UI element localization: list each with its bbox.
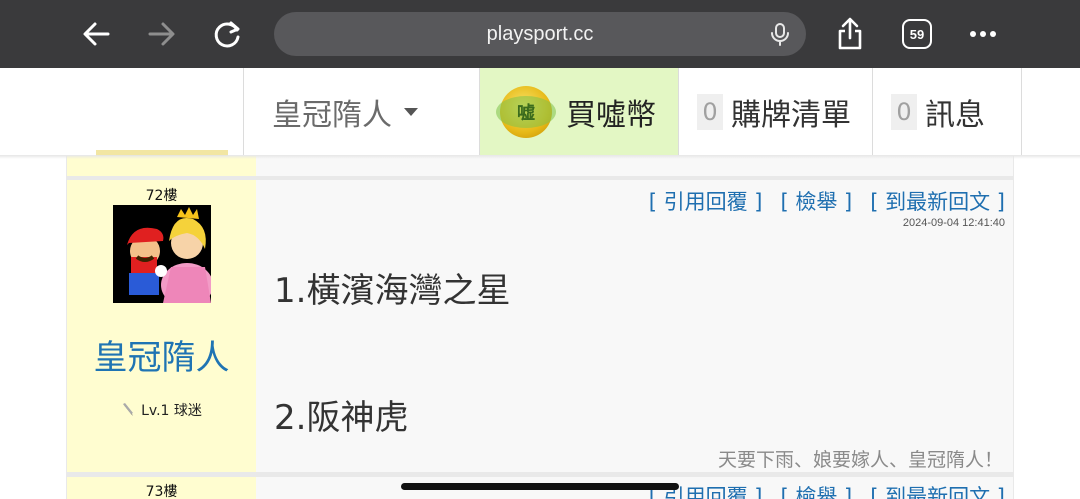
report-link[interactable]: [ 檢舉 ]	[781, 481, 853, 499]
post-actions: [ 引用回覆 ] [ 檢舉 ] [ 到最新回文 ]	[649, 481, 1005, 499]
next-post-user-panel: 73樓	[67, 477, 256, 499]
floor-number: 73樓	[145, 484, 178, 499]
user-menu[interactable]: 皇冠隋人	[243, 68, 479, 155]
coin-icon: 嘘	[496, 85, 556, 138]
previous-post-body	[256, 156, 1013, 176]
post-actions: [ 引用回覆 ] [ 檢舉 ] [ 到最新回文 ]	[649, 186, 1005, 216]
post-signature: 天要下雨、娘要嫁人、皇冠隋人！	[717, 449, 1003, 471]
go-to-latest-link[interactable]: [ 到最新回文 ]	[870, 481, 1005, 499]
browser-toolbar: playsport.cc 59	[0, 0, 1080, 68]
post-text-line: 1.橫濱海灣之星	[274, 271, 511, 311]
caret-down-icon	[404, 107, 418, 116]
microphone-icon[interactable]	[768, 22, 792, 46]
share-icon[interactable]	[830, 14, 870, 54]
report-link[interactable]: [ 檢舉 ]	[781, 186, 853, 216]
back-arrow-icon[interactable]	[76, 14, 116, 54]
messages-button[interactable]: 0 訊息	[872, 68, 1022, 155]
reload-icon[interactable]	[208, 14, 248, 54]
buy-coin-button[interactable]: 嘘 買噓幣	[479, 68, 678, 155]
floor-number: 72樓	[145, 188, 178, 204]
user-level-label: Lv.1 球迷	[141, 403, 202, 419]
header-shadow	[0, 155, 1080, 159]
tab-switcher-button[interactable]: 59	[902, 19, 932, 49]
messages-count: 0	[891, 93, 917, 130]
post-user-panel: 72樓 皇冠隋人 Lv.1 球迷	[67, 180, 256, 472]
user-level: Lv.1 球迷	[67, 400, 256, 420]
pencil-icon	[121, 403, 135, 417]
go-to-latest-link[interactable]: [ 到最新回文 ]	[870, 186, 1005, 216]
quote-reply-link[interactable]: [ 引用回覆 ]	[649, 186, 763, 216]
url-text: playsport.cc	[486, 23, 594, 45]
user-menu-label: 皇冠隋人	[272, 97, 392, 133]
purchase-list-label: 購牌清單	[731, 97, 851, 133]
home-indicator[interactable]	[401, 483, 679, 490]
post-timestamp: 2024-09-04 12:41:40	[902, 217, 1005, 229]
avatar[interactable]	[113, 205, 211, 303]
page: playsport.cc 59 皇冠隋人 嘘 買噓幣 0 購牌清單 0 訊息 7…	[0, 0, 1080, 499]
site-header: 皇冠隋人 嘘 買噓幣 0 購牌清單 0 訊息	[0, 68, 1080, 156]
page-margin-left	[0, 156, 66, 499]
previous-post-user-panel	[67, 156, 256, 176]
purchase-list-button[interactable]: 0 購牌清單	[678, 68, 872, 155]
post-text-line: 2.阪神虎	[274, 398, 409, 438]
messages-label: 訊息	[925, 97, 985, 133]
purchase-list-count: 0	[697, 93, 723, 130]
post-author-name[interactable]: 皇冠隋人	[67, 330, 256, 379]
address-bar[interactable]: playsport.cc	[274, 12, 806, 56]
more-options-icon[interactable]	[963, 14, 1003, 54]
forward-arrow-icon[interactable]	[142, 14, 182, 54]
buy-coin-label: 買噓幣	[566, 97, 656, 133]
page-margin-right	[1014, 156, 1080, 499]
post-body: [ 引用回覆 ] [ 檢舉 ] [ 到最新回文 ] 2024-09-04 12:…	[256, 180, 1013, 472]
